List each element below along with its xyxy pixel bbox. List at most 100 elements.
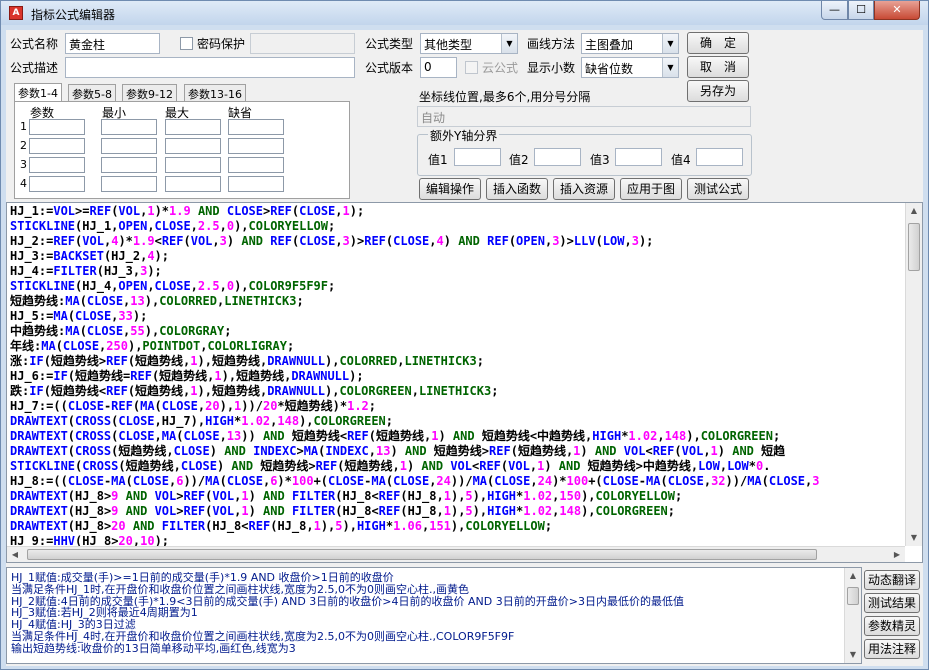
scroll-down-icon[interactable]: ▼ xyxy=(906,530,922,546)
param-3-default[interactable] xyxy=(228,157,284,173)
y-value-4-input[interactable] xyxy=(696,148,743,166)
y-value-3-input[interactable] xyxy=(615,148,662,166)
decimals-select[interactable]: 缺省位数 ▼ xyxy=(581,57,679,78)
draw-method-label: 画线方法 xyxy=(527,37,576,51)
param-wizard-button[interactable]: 参数精灵 xyxy=(864,616,920,636)
code-line[interactable]: STICKLINE(CROSS(短趋势线,CLOSE) AND 短趋势线>REF… xyxy=(10,459,905,474)
password-checkbox[interactable] xyxy=(180,37,193,50)
formula-type-select[interactable]: 其他类型 ▼ xyxy=(420,33,518,54)
edit-ops-button[interactable]: 编辑操作 xyxy=(419,178,481,200)
param-1-name[interactable] xyxy=(29,119,85,135)
formula-code-editor[interactable]: HJ_1:=VOL>=REF(VOL,1)*1.9 AND CLOSE>REF(… xyxy=(6,202,923,563)
insert-resource-button[interactable]: 插入资源 xyxy=(553,178,615,200)
ok-button[interactable]: 确 定 xyxy=(687,32,749,54)
usage-notes-button[interactable]: 用法注释 xyxy=(864,639,920,659)
y-value-1-label: 值1 xyxy=(428,153,448,167)
cloud-formula-checkbox[interactable] xyxy=(465,61,478,74)
code-line[interactable]: HJ_2:=REF(VOL,4)*1.9<REF(VOL,3) AND REF(… xyxy=(10,234,905,249)
y-value-1-input[interactable] xyxy=(454,148,501,166)
code-line[interactable]: 中趋势线:MA(CLOSE,55),COLORGRAY; xyxy=(10,324,905,339)
param-4-default[interactable] xyxy=(228,176,284,192)
code-line[interactable]: STICKLINE(HJ_1,OPEN,CLOSE,2.5,0),COLORYE… xyxy=(10,219,905,234)
tab-params-1-4[interactable]: 参数1-4 xyxy=(14,83,62,103)
code-hscroll-thumb[interactable] xyxy=(27,549,817,560)
code-line[interactable]: HJ_4:=FILTER(HJ_3,3); xyxy=(10,264,905,279)
tab-params-5-8[interactable]: 参数5-8 xyxy=(68,84,116,102)
code-line[interactable]: DRAWTEXT(HJ_8>9 AND VOL>REF(VOL,1) AND F… xyxy=(10,489,905,504)
translation-line: 输出短趋势线:收盘价的13日简单移动平均,画红色,线宽为3 xyxy=(11,641,296,655)
scroll-up-icon[interactable]: ▲ xyxy=(906,203,922,219)
y-value-2-label: 值2 xyxy=(509,153,529,167)
formula-name-input[interactable]: 黄金柱 xyxy=(65,33,160,54)
code-line[interactable]: HJ_6:=IF(短趋势线=REF(短趋势线,1),短趋势线,DRAWNULL)… xyxy=(10,369,905,384)
param-row-number: 2 xyxy=(20,139,27,152)
code-line[interactable]: HJ_5:=MA(CLOSE,33); xyxy=(10,309,905,324)
draw-method-select[interactable]: 主图叠加 ▼ xyxy=(581,33,679,54)
param-2-max[interactable] xyxy=(165,138,221,154)
code-line[interactable]: HJ_8:=((CLOSE-MA(CLOSE,6))/MA(CLOSE,6)*1… xyxy=(10,474,905,489)
desc-vscroll-thumb[interactable] xyxy=(847,587,859,605)
title-bar[interactable]: A 指标公式编辑器 — ☐ ✕ xyxy=(1,1,928,25)
scroll-down-icon[interactable]: ▼ xyxy=(845,647,861,663)
tab-params-9-12[interactable]: 参数9-12 xyxy=(122,84,177,102)
desc-vertical-scrollbar[interactable]: ▲ ▼ xyxy=(844,568,861,663)
code-horizontal-scrollbar[interactable]: ◀ ▶ xyxy=(7,546,905,562)
code-line[interactable]: STICKLINE(HJ_4,OPEN,CLOSE,2.5,0),COLOR9F… xyxy=(10,279,905,294)
editor-client-area: 公式名称 黄金柱 密码保护 公式类型 其他类型 ▼ 画线方法 主图叠加 ▼ 确 … xyxy=(6,30,923,666)
chevron-down-icon: ▼ xyxy=(662,34,678,53)
close-button[interactable]: ✕ xyxy=(874,1,920,20)
code-vscroll-thumb[interactable] xyxy=(908,223,920,271)
translation-output[interactable]: HJ_1赋值:成交量(手)>=1日前的成交量(手)*1.9 AND 收盘价>1日… xyxy=(6,567,862,664)
param-3-max[interactable] xyxy=(165,157,221,173)
y-value-4-label: 值4 xyxy=(671,153,691,167)
param-4-max[interactable] xyxy=(165,176,221,192)
test-formula-button[interactable]: 测试公式 xyxy=(687,178,749,200)
formula-type-label: 公式类型 xyxy=(365,37,414,51)
param-1-default[interactable] xyxy=(228,119,284,135)
scroll-left-icon[interactable]: ◀ xyxy=(7,547,23,563)
param-4-min[interactable] xyxy=(101,176,157,192)
maximize-button[interactable]: ☐ xyxy=(848,1,874,20)
code-line[interactable]: DRAWTEXT(HJ_8>9 AND VOL>REF(VOL,1) AND F… xyxy=(10,504,905,519)
code-vertical-scrollbar[interactable]: ▲ ▼ xyxy=(905,203,922,546)
code-line[interactable]: 年线:MA(CLOSE,250),POINTDOT,COLORLIGRAY; xyxy=(10,339,905,354)
code-line[interactable]: DRAWTEXT(CROSS(CLOSE,MA(CLOSE,13)) AND 短… xyxy=(10,429,905,444)
code-line[interactable]: 跌:IF(短趋势线<REF(短趋势线,1),短趋势线,DRAWNULL),COL… xyxy=(10,384,905,399)
insert-function-button[interactable]: 插入函数 xyxy=(486,178,548,200)
dynamic-translate-button[interactable]: 动态翻译 xyxy=(864,570,920,590)
param-panel: 参数 最小 最大 缺省 1 2 3 4 xyxy=(14,101,350,199)
apply-to-chart-button[interactable]: 应用于图 xyxy=(620,178,682,200)
code-line[interactable]: DRAWTEXT(HJ_8>20 AND FILTER(HJ_8<REF(HJ_… xyxy=(10,519,905,534)
code-line[interactable]: DRAWTEXT(CROSS(CLOSE,HJ_7),HIGH*1.02,148… xyxy=(10,414,905,429)
draw-method-value: 主图叠加 xyxy=(585,38,634,52)
param-3-min[interactable] xyxy=(101,157,157,173)
param-2-default[interactable] xyxy=(228,138,284,154)
code-text[interactable]: HJ_1:=VOL>=REF(VOL,1)*1.9 AND CLOSE>REF(… xyxy=(10,204,905,548)
param-1-min[interactable] xyxy=(101,119,157,135)
code-line[interactable]: 短趋势线:MA(CLOSE,13),COLORRED,LINETHICK3; xyxy=(10,294,905,309)
param-2-min[interactable] xyxy=(101,138,157,154)
formula-version-input[interactable]: 0 xyxy=(420,57,457,78)
y-value-2-input[interactable] xyxy=(534,148,581,166)
code-line[interactable]: 涨:IF(短趋势线>REF(短趋势线,1),短趋势线,DRAWNULL),COL… xyxy=(10,354,905,369)
password-input[interactable] xyxy=(250,33,355,54)
save-as-button[interactable]: 另存为 xyxy=(687,80,749,102)
param-3-name[interactable] xyxy=(29,157,85,173)
tab-params-13-16[interactable]: 参数13-16 xyxy=(184,84,246,102)
param-4-name[interactable] xyxy=(29,176,85,192)
param-1-max[interactable] xyxy=(165,119,221,135)
formula-desc-input[interactable] xyxy=(65,57,355,78)
y-value-3-label: 值3 xyxy=(590,153,610,167)
code-line[interactable]: HJ_7:=((CLOSE-REF(MA(CLOSE,20),1))/20*短趋… xyxy=(10,399,905,414)
code-line[interactable]: HJ_1:=VOL>=REF(VOL,1)*1.9 AND CLOSE>REF(… xyxy=(10,204,905,219)
minimize-button[interactable]: — xyxy=(821,1,848,20)
scroll-right-icon[interactable]: ▶ xyxy=(889,547,905,563)
coord-lines-input[interactable]: 自动 xyxy=(417,106,751,127)
code-line[interactable]: DRAWTEXT(CROSS(短趋势线,CLOSE) AND INDEXC>MA… xyxy=(10,444,905,459)
test-result-button[interactable]: 测试结果 xyxy=(864,593,920,613)
code-line[interactable]: HJ_3:=BACKSET(HJ_2,4); xyxy=(10,249,905,264)
param-2-name[interactable] xyxy=(29,138,85,154)
scroll-up-icon[interactable]: ▲ xyxy=(845,568,861,584)
cancel-button[interactable]: 取 消 xyxy=(687,56,749,78)
password-label: 密码保护 xyxy=(197,37,246,51)
